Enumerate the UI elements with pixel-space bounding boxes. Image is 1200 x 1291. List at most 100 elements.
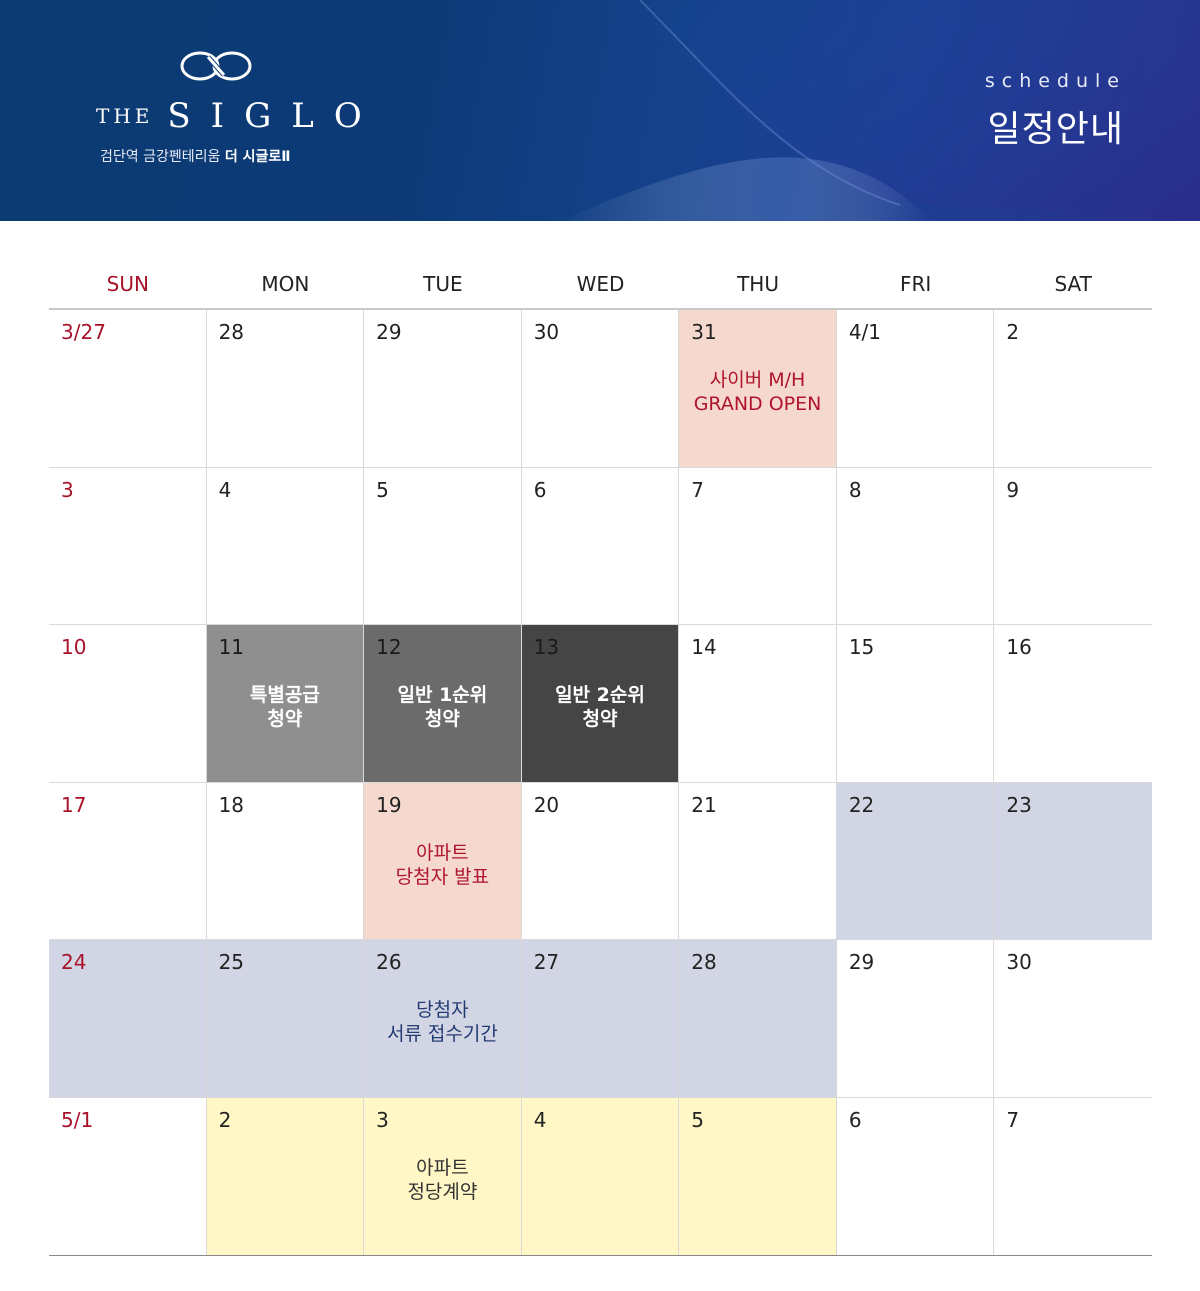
weekday-header-row: SUN MON TUE WED THU FRI SAT bbox=[49, 266, 1152, 310]
day-number: 21 bbox=[691, 792, 717, 817]
day-cell: 24 bbox=[49, 940, 207, 1097]
day-cell: 27 bbox=[521, 940, 680, 1097]
day-cell: 20 bbox=[522, 782, 680, 939]
calendar-weeks: 3/27 28 29 30 31 사이버 M/H GRAND OPEN 4/1 2 3 4 5 6 7 8… bbox=[49, 310, 1152, 1256]
day-cell: 30 bbox=[994, 940, 1152, 1097]
day-cell: 10 bbox=[49, 625, 207, 782]
day-cell: 3 아파트 정당계약 bbox=[364, 1097, 522, 1255]
event-label: 사이버 M/H GRAND OPEN bbox=[693, 369, 822, 415]
day-cell: 19 아파트 당첨자 발표 bbox=[364, 782, 522, 939]
day-number: 16 bbox=[1006, 635, 1032, 659]
day-cell: 12 일반 1순위 청약 bbox=[364, 625, 522, 782]
day-cell: 4 bbox=[207, 467, 365, 624]
day-number: 23 bbox=[1006, 792, 1032, 817]
day-cell: 28 bbox=[207, 310, 365, 467]
day-number: 31 bbox=[691, 320, 717, 344]
day-cell: 6 bbox=[522, 467, 680, 624]
day-cell: 7 bbox=[994, 1098, 1152, 1256]
day-cell: 5/1 bbox=[49, 1097, 207, 1255]
event-label: 당첨자 서류 접수기간 bbox=[386, 999, 498, 1045]
day-number: 30 bbox=[1006, 950, 1032, 974]
day-number: 11 bbox=[218, 635, 245, 659]
day-number: 22 bbox=[848, 792, 875, 817]
day-number: 10 bbox=[61, 635, 87, 659]
day-number: 18 bbox=[218, 792, 245, 817]
day-number: 6 bbox=[533, 477, 547, 502]
weekday-sun: SUN bbox=[106, 272, 149, 296]
calendar-week-row: 10 11 특별공급 청약 12 일반 1순위 청약 13 일반 2순위 청약 14 15 16 bbox=[49, 625, 1152, 783]
day-number: 20 bbox=[533, 792, 560, 817]
day-cell: 22 bbox=[836, 782, 995, 939]
event-label: 아파트 정당계약 bbox=[407, 1156, 478, 1203]
day-number: 5 bbox=[376, 477, 389, 502]
day-cell: 3/27 bbox=[49, 310, 207, 467]
day-cell: 2 bbox=[206, 1097, 365, 1255]
day-number: 28 bbox=[218, 320, 245, 344]
event-label: 일반 1순위 청약 bbox=[397, 684, 488, 730]
day-cell: 4 bbox=[521, 1097, 680, 1255]
day-number: 26 bbox=[376, 950, 402, 974]
day-number: 3 bbox=[61, 477, 74, 502]
day-number: 2 bbox=[1006, 320, 1020, 344]
calendar-week-row: 5/1 2 3 아파트 정당계약 4 5 6 7 bbox=[49, 1097, 1152, 1256]
day-number: 9 bbox=[1006, 477, 1020, 502]
header-banner: THE SIGLO 검단역 금강펜테리움 더 시글로Ⅱ schedule 일정안내 bbox=[0, 0, 1200, 221]
brand-logotype: THE SIGLO bbox=[96, 96, 382, 136]
day-number: 27 bbox=[533, 950, 560, 974]
day-cell: 18 bbox=[207, 782, 365, 939]
day-number: 2 bbox=[218, 1107, 232, 1132]
day-cell: 14 bbox=[679, 625, 837, 782]
day-number: 7 bbox=[691, 477, 704, 502]
day-number: 6 bbox=[848, 1107, 862, 1132]
day-cell: 25 bbox=[206, 940, 365, 1097]
day-cell: 29 bbox=[364, 310, 522, 467]
brand-subtitle: 검단역 금강펜테리움 더 시글로Ⅱ bbox=[100, 146, 290, 166]
schedule-title-en: schedule bbox=[984, 70, 1126, 92]
day-cell: 13 일반 2순위 청약 bbox=[521, 625, 680, 782]
day-cell: 26 당첨자 서류 접수기간 bbox=[364, 940, 522, 1097]
day-number: 17 bbox=[61, 792, 87, 817]
schedule-title-ko: 일정안내 bbox=[987, 109, 1124, 150]
day-number: 8 bbox=[848, 477, 862, 502]
day-number: 29 bbox=[376, 320, 402, 344]
day-cell: 5 bbox=[364, 467, 522, 624]
day-number: 14 bbox=[691, 635, 717, 659]
weekday-thu: THU bbox=[737, 272, 779, 296]
day-number: 4 bbox=[533, 1107, 547, 1132]
weekday-mon: MON bbox=[261, 272, 310, 296]
day-cell: 21 bbox=[679, 782, 837, 939]
day-number: 4 bbox=[218, 477, 232, 502]
day-cell: 28 bbox=[679, 940, 837, 1097]
day-cell: 16 bbox=[994, 625, 1152, 782]
siglo-logo-icon bbox=[180, 51, 252, 81]
schedule-calendar: SUN MON TUE WED THU FRI SAT 3/27 28 29 30 31 사이버 M/… bbox=[49, 266, 1152, 1256]
day-number: 30 bbox=[533, 320, 560, 344]
day-cell: 7 bbox=[679, 467, 837, 624]
day-number: 13 bbox=[533, 635, 560, 659]
day-cell: 2 bbox=[994, 310, 1152, 467]
day-cell: 11 특별공급 청약 bbox=[206, 625, 365, 782]
day-number: 25 bbox=[218, 950, 245, 974]
day-cell: 17 bbox=[49, 782, 207, 939]
brand-name: SIGLO bbox=[167, 96, 382, 136]
day-number: 5 bbox=[691, 1107, 704, 1132]
calendar-week-row: 3/27 28 29 30 31 사이버 M/H GRAND OPEN 4/1 2 bbox=[49, 310, 1152, 468]
day-cell: 3 bbox=[49, 467, 207, 624]
weekday-wed: WED bbox=[576, 272, 625, 296]
calendar-week-row: 24 25 26 당첨자 서류 접수기간 27 28 29 30 bbox=[49, 940, 1152, 1098]
brand-subtitle-bold: 더 시글로Ⅱ bbox=[224, 149, 291, 165]
day-cell: 5 bbox=[679, 1097, 837, 1255]
day-number: 28 bbox=[691, 950, 717, 974]
day-number: 15 bbox=[848, 635, 875, 659]
day-number: 3 bbox=[376, 1107, 389, 1132]
day-cell: 30 bbox=[522, 310, 680, 467]
event-label: 아파트 당첨자 발표 bbox=[395, 841, 490, 888]
day-cell: 29 bbox=[837, 940, 995, 1097]
event-label: 특별공급 청약 bbox=[249, 684, 320, 730]
day-number: 12 bbox=[376, 635, 402, 659]
day-number: 3/27 bbox=[61, 320, 106, 344]
day-number: 19 bbox=[376, 792, 402, 817]
weekday-sat: SAT bbox=[1054, 272, 1092, 296]
day-cell: 8 bbox=[837, 467, 995, 624]
day-cell: 15 bbox=[837, 625, 995, 782]
